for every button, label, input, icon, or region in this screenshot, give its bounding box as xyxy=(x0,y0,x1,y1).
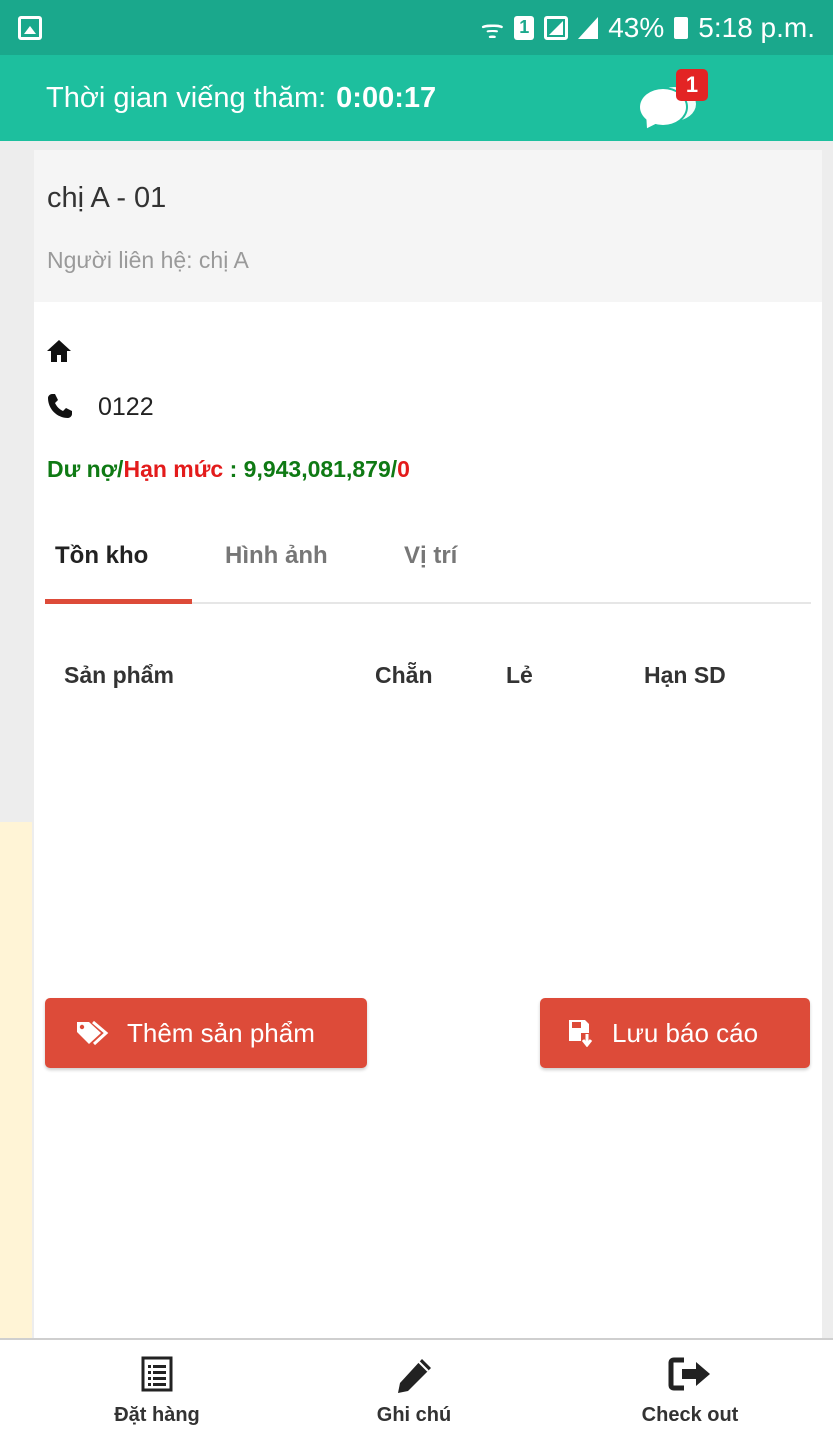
debt-value: 9,943,081,879/ xyxy=(243,456,398,482)
visit-time-label: Thời gian viếng thăm: xyxy=(46,81,327,114)
status-icons: ᯤ 1 43% 5:18 p.m. xyxy=(480,10,815,46)
nav-note[interactable]: Ghi chú xyxy=(314,1340,514,1440)
sim-signal-icon xyxy=(544,15,569,40)
column-header-expiry: Hạn SD xyxy=(644,662,726,688)
bottom-nav: Đặt hàng Ghi chú Check out xyxy=(0,1338,833,1440)
exit-icon xyxy=(668,1357,710,1391)
tags-icon xyxy=(77,1020,109,1046)
nav-note-label: Ghi chú xyxy=(376,1404,452,1426)
list-icon xyxy=(141,1356,173,1392)
column-header-odd: Lẻ xyxy=(506,662,533,688)
nav-order-label: Đặt hàng xyxy=(114,1404,200,1426)
contact-person: Người liên hệ: chị A xyxy=(47,247,249,273)
visit-timer: 0:00:17 xyxy=(336,81,437,114)
add-product-label: Thêm sản phẩm xyxy=(127,1017,315,1048)
chat-badge: 1 xyxy=(676,69,708,101)
wifi-icon: ᯤ xyxy=(480,13,505,44)
tab-images[interactable]: Hình ảnh xyxy=(225,542,328,570)
customer-name: chị A - 01 xyxy=(47,182,167,214)
signal-icon xyxy=(578,16,599,39)
limit-value: 0 xyxy=(397,456,410,482)
pencil-icon xyxy=(398,1359,431,1393)
battery-percent: 43% xyxy=(608,11,665,43)
phone-number[interactable]: 0122 xyxy=(98,393,154,422)
nav-checkout-label: Check out xyxy=(641,1404,739,1426)
customer-card: chị A - 01 Người liên hệ: chị A 0122 Dư … xyxy=(34,150,822,1340)
home-icon xyxy=(47,340,71,362)
clock: 5:18 p.m. xyxy=(698,11,815,43)
nav-order[interactable]: Đặt hàng xyxy=(57,1340,257,1440)
battery-icon xyxy=(674,16,689,39)
app-header: Thời gian viếng thăm: 0:00:17 1 xyxy=(0,55,833,141)
nav-checkout[interactable]: Check out xyxy=(590,1340,790,1440)
tab-indicator xyxy=(45,599,192,604)
inventory-table-header: Sản phẩm Chẵn Lẻ Hạn SD xyxy=(34,662,822,702)
tab-location[interactable]: Vị trí xyxy=(404,542,457,570)
column-header-product: Sản phẩm xyxy=(64,662,174,688)
tab-bar: Tồn kho Hình ảnh Vị trí xyxy=(45,530,811,604)
gallery-notification-icon xyxy=(18,15,42,40)
tab-inventory[interactable]: Tồn kho xyxy=(55,542,148,570)
save-icon xyxy=(569,1020,593,1047)
sim-icon: 1 xyxy=(514,15,535,40)
column-header-even: Chẵn xyxy=(375,662,433,688)
chat-button[interactable]: 1 xyxy=(638,69,708,133)
customer-header: chị A - 01 Người liên hệ: chị A xyxy=(34,150,822,302)
add-product-button[interactable]: Thêm sản phẩm xyxy=(45,998,367,1068)
save-report-button[interactable]: Lưu báo cáo xyxy=(540,998,810,1068)
save-report-label: Lưu báo cáo xyxy=(612,1017,759,1048)
debt-limit: Dư nợ/Hạn mức : 9,943,081,879/0 xyxy=(47,456,410,482)
phone-icon xyxy=(48,394,72,418)
status-bar: ᯤ 1 43% 5:18 p.m. xyxy=(0,0,833,55)
